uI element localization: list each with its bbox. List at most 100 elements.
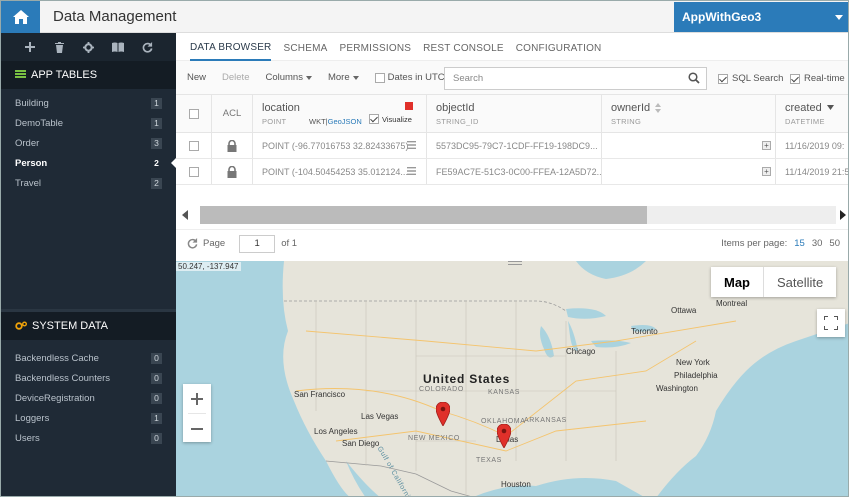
scroll-right-icon[interactable]: [840, 210, 846, 220]
tab-schema[interactable]: SCHEMA: [283, 33, 327, 61]
sidebar-item-backendless-counters[interactable]: Backendless Counters 0: [1, 368, 176, 388]
sql-search-toggle[interactable]: SQL Search: [718, 73, 783, 84]
more-dropdown[interactable]: More: [328, 72, 359, 83]
tab-configuration[interactable]: CONFIGURATION: [516, 33, 602, 61]
add-relation-icon[interactable]: +: [762, 167, 771, 176]
table-row[interactable]: POINT (-104.50454253 35.012124... FE59AC…: [176, 159, 848, 185]
minus-icon: [191, 427, 203, 430]
location-cell[interactable]: POINT (-96.77016753 32.82433675): [253, 133, 427, 158]
refresh-icon[interactable]: [187, 238, 198, 249]
column-type: POINT: [262, 117, 287, 126]
dates-utc-checkbox[interactable]: [374, 72, 385, 83]
map-color-swatch[interactable]: [405, 102, 413, 110]
page-number-input[interactable]: 1: [239, 234, 276, 253]
geojson-link[interactable]: GeoJSON: [328, 117, 362, 126]
sql-search-checkbox[interactable]: [718, 73, 728, 84]
docs-button[interactable]: [108, 37, 128, 57]
row-checkbox[interactable]: [188, 140, 199, 151]
city-label: San Francisco: [294, 390, 346, 399]
map-marker-pin[interactable]: [497, 424, 511, 448]
state-label: TEXAS: [476, 457, 502, 464]
column-header-location[interactable]: location POINT WKT|GeoJSON Visualize: [253, 95, 427, 132]
ownerid-cell[interactable]: +: [602, 133, 776, 158]
grid-header: ACL location POINT WKT|GeoJSON Visualize…: [176, 95, 848, 133]
table-settings-button[interactable]: [78, 37, 98, 57]
sidebar-item-loggers[interactable]: Loggers 1: [1, 408, 176, 428]
home-button[interactable]: [1, 1, 40, 33]
search-icon[interactable]: [688, 72, 700, 84]
column-name: objectId: [436, 102, 475, 114]
refresh-button[interactable]: [137, 37, 157, 57]
sidebar-item-users[interactable]: Users 0: [1, 428, 176, 448]
fullscreen-button[interactable]: [817, 309, 845, 337]
created-cell[interactable]: 11/16/2019 09:: [776, 133, 848, 158]
column-header-created[interactable]: created DATETIME: [776, 95, 848, 132]
created-cell[interactable]: 11/14/2019 21:5: [776, 159, 848, 184]
delete-button[interactable]: Delete: [222, 72, 249, 83]
column-header-objectid[interactable]: objectId STRING_ID: [427, 95, 602, 132]
zoom-out-button[interactable]: [183, 414, 211, 443]
column-name: ownerId: [611, 102, 651, 114]
acl-cell[interactable]: [212, 159, 253, 184]
dates-utc-toggle[interactable]: Dates in UTC: [374, 72, 445, 83]
city-label: Los Angeles: [314, 427, 358, 436]
map-view[interactable]: 50.247, -137.947 United States Ottawa Mo…: [176, 261, 848, 496]
tab-permissions[interactable]: PERMISSIONS: [339, 33, 411, 61]
city-label: Toronto: [631, 327, 658, 336]
scroll-left-icon[interactable]: [182, 210, 188, 220]
select-all-checkbox[interactable]: [188, 108, 199, 119]
objectid-cell[interactable]: FE59AC7E-51C3-0C00-FFEA-12A5D72...: [427, 159, 602, 184]
realtime-toggle[interactable]: Real-time: [790, 73, 845, 84]
sidebar-item-person[interactable]: Person 2: [1, 153, 176, 173]
add-table-button[interactable]: [20, 37, 40, 57]
sidebar-item-backendless-cache[interactable]: Backendless Cache 0: [1, 348, 176, 368]
ipp-option-15[interactable]: 15: [794, 238, 805, 249]
map-marker-pin[interactable]: [436, 402, 450, 426]
new-button[interactable]: New: [187, 72, 206, 83]
column-name: location: [262, 102, 300, 114]
location-cell[interactable]: POINT (-104.50454253 35.012124...: [253, 159, 427, 184]
sort-desc-icon[interactable]: [827, 105, 834, 110]
sidebar-item-travel[interactable]: Travel 2: [1, 173, 176, 193]
page-label: Page: [203, 238, 226, 249]
app-selector[interactable]: AppWithGeo3: [674, 2, 848, 32]
sort-icon[interactable]: [655, 103, 661, 113]
wkt-link[interactable]: WKT: [309, 117, 326, 126]
sidebar-item-building[interactable]: Building 1: [1, 93, 176, 113]
visualize-checkbox[interactable]: [369, 114, 379, 124]
count-badge: 0: [151, 352, 162, 364]
tab-data-browser[interactable]: DATA BROWSER: [190, 33, 272, 61]
search-input[interactable]: Search: [444, 67, 707, 90]
scroll-track[interactable]: [200, 206, 836, 224]
zoom-in-button[interactable]: [183, 384, 211, 413]
map-type-map-button[interactable]: Map: [711, 267, 764, 297]
column-header-ownerid[interactable]: ownerId STRING: [602, 95, 776, 132]
sidebar-item-demotable[interactable]: DemoTable 1: [1, 113, 176, 133]
row-checkbox[interactable]: [188, 166, 199, 177]
list-icon[interactable]: [407, 141, 416, 149]
column-type: STRING: [611, 117, 642, 126]
sidebar-item-order[interactable]: Order 3: [1, 133, 176, 153]
city-label: Washington: [656, 384, 698, 393]
count-badge: 0: [151, 372, 162, 384]
add-relation-icon[interactable]: +: [762, 141, 771, 150]
objectid-cell[interactable]: 5573DC95-79C7-1CDF-FF19-198DC9...: [427, 133, 602, 158]
visualize-toggle[interactable]: Visualize: [369, 114, 412, 124]
delete-table-button[interactable]: [49, 37, 69, 57]
ipp-option-50[interactable]: 50: [829, 238, 840, 249]
ownerid-cell[interactable]: +: [602, 159, 776, 184]
realtime-checkbox[interactable]: [790, 73, 800, 84]
table-row[interactable]: POINT (-96.77016753 32.82433675) 5573DC9…: [176, 133, 848, 159]
acl-cell[interactable]: [212, 133, 253, 158]
tab-rest-console[interactable]: REST CONSOLE: [423, 33, 504, 61]
list-icon[interactable]: [407, 167, 416, 175]
horizontal-scrollbar[interactable]: [176, 203, 848, 227]
cell-value: 5573DC95-79C7-1CDF-FF19-198DC9...: [436, 141, 598, 151]
row-select-cell: [176, 133, 212, 158]
map-resize-handle[interactable]: [508, 261, 522, 265]
ipp-option-30[interactable]: 30: [812, 238, 823, 249]
map-type-satellite-button[interactable]: Satellite: [764, 267, 836, 297]
sidebar-item-device-registration[interactable]: DeviceRegistration 0: [1, 388, 176, 408]
columns-dropdown[interactable]: Columns: [265, 72, 312, 83]
scroll-thumb[interactable]: [200, 206, 647, 224]
